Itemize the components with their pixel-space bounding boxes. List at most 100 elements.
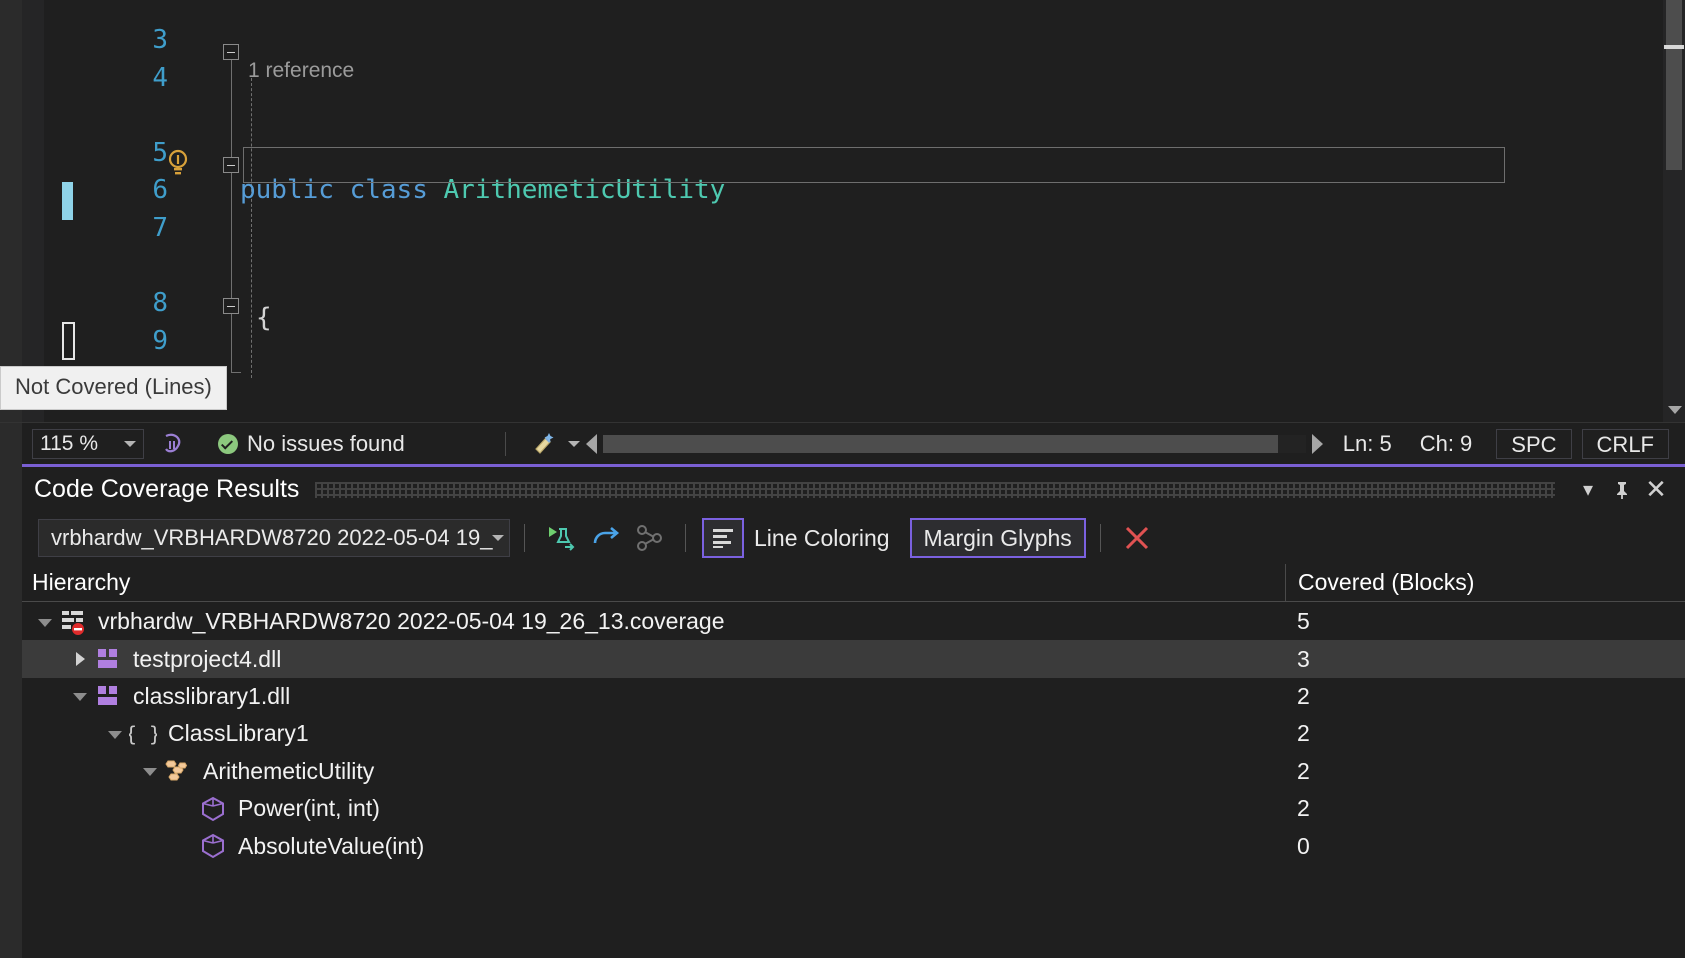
cleanup-chevron-down-icon[interactable]: [568, 441, 580, 447]
code-cleanup-icon[interactable]: [522, 425, 566, 463]
method-icon: [198, 794, 228, 824]
class-icon: [163, 756, 193, 786]
chevron-down-icon: [124, 441, 136, 447]
panel-pin-icon[interactable]: [1605, 473, 1639, 507]
toolbar-separator: [685, 524, 686, 552]
row-label: Power(int, int): [236, 795, 380, 822]
editor-vertical-scrollbar[interactable]: [1663, 0, 1685, 422]
zoom-level-combobox[interactable]: 115 %: [32, 429, 144, 459]
row-label: ArithemeticUtility: [201, 758, 374, 785]
indentation-indicator[interactable]: SPC: [1496, 429, 1571, 459]
panel-close-icon[interactable]: ✕: [1639, 473, 1673, 507]
table-row[interactable]: { }ClassLibrary12: [22, 715, 1685, 752]
method-icon: [198, 831, 228, 861]
panel-title: Code Coverage Results: [22, 475, 299, 504]
column-indicator[interactable]: Ch: 9: [1406, 429, 1487, 459]
margin-glyphs-label: Margin Glyphs: [924, 525, 1072, 552]
table-row[interactable]: Power(int, int)2: [22, 790, 1685, 827]
chevron-down-icon: [143, 768, 157, 776]
row-label: vrbhardw_VRBHARDW8720 2022-05-04 19_26_1…: [96, 608, 725, 635]
line-number: 5: [86, 135, 176, 173]
table-row[interactable]: classlibrary1.dll2: [22, 678, 1685, 715]
coverage-toolbar: vrbhardw_VRBHARDW8720 2022-05-04 19_: [22, 512, 1685, 564]
hscroll-track[interactable]: [603, 435, 1306, 453]
chevron-right-icon: [76, 652, 85, 666]
editor-horizontal-scrollbar[interactable]: [580, 423, 1329, 464]
table-row[interactable]: AbsoluteValue(int)0: [22, 827, 1685, 864]
svg-text:{ }: { }: [129, 722, 157, 746]
grid-body[interactable]: vrbhardw_VRBHARDW8720 2022-05-04 19_26_1…: [22, 603, 1685, 958]
line-ending-indicator[interactable]: CRLF: [1582, 429, 1669, 459]
editor-status-bar: 115 % No issues found: [0, 422, 1685, 464]
collapse-toggle-absolutevalue[interactable]: [223, 298, 239, 314]
scrollbar-caret-marker: [1664, 45, 1684, 49]
coverage-margin: [44, 0, 86, 422]
column-header-covered-blocks[interactable]: Covered (Blocks): [1286, 569, 1474, 596]
panel-header: Code Coverage Results ▾ ✕: [22, 467, 1685, 512]
import-results-icon[interactable]: [583, 519, 627, 557]
code-coverage-results-panel: Code Coverage Results ▾ ✕ vrbhardw_VRBHA…: [0, 464, 1685, 958]
margin-glyphs-toggle[interactable]: Margin Glyphs: [910, 518, 1086, 558]
column-header-hierarchy[interactable]: Hierarchy: [22, 569, 1285, 596]
line-coloring-label: Line Coloring: [754, 525, 890, 552]
line-indicator[interactable]: Ln: 5: [1329, 429, 1406, 459]
collapse-toggle-class[interactable]: [223, 44, 239, 60]
panel-left-rail: [0, 464, 22, 958]
table-row[interactable]: testproject4.dll 3: [22, 640, 1685, 677]
tree-expander-open[interactable]: [32, 603, 58, 640]
line-coloring-icon: [702, 518, 744, 558]
editor-selection-margin: [22, 0, 44, 422]
panel-dropdown-icon[interactable]: ▾: [1571, 473, 1605, 507]
grid-header-row: Hierarchy Covered (Blocks): [22, 564, 1685, 602]
coverage-results-grid[interactable]: Hierarchy Covered (Blocks) vrbhardw_VRBH…: [22, 564, 1685, 958]
line-coloring-toggle[interactable]: Line Coloring: [700, 518, 892, 558]
scroll-right-arrow-icon[interactable]: [1312, 434, 1323, 454]
line-number: 3: [86, 22, 176, 60]
cell-covered-blocks: 2: [1285, 683, 1310, 710]
toolbar-separator: [524, 524, 525, 552]
panel-drag-grip[interactable]: [315, 482, 1555, 498]
coverage-file-icon: [58, 607, 88, 637]
tree-expander-open[interactable]: [67, 678, 93, 715]
lightbulb-icon[interactable]: [165, 148, 191, 176]
status-divider: [505, 432, 506, 456]
coverage-source-combobox[interactable]: vrbhardw_VRBHARDW8720 2022-05-04 19_: [38, 519, 510, 557]
coverage-source-value: vrbhardw_VRBHARDW8720 2022-05-04 19_: [51, 525, 492, 551]
table-row[interactable]: vrbhardw_VRBHARDW8720 2022-05-04 19_26_1…: [22, 603, 1685, 640]
not-covered-lines-glyph[interactable]: [62, 322, 75, 360]
codelens-class-references[interactable]: 1 reference: [240, 60, 1685, 82]
chevron-down-icon: [38, 619, 52, 627]
collapse-toggle-power[interactable]: [223, 157, 239, 173]
issues-status-label: No issues found: [247, 431, 405, 457]
keyword-class: class: [350, 175, 428, 205]
tree-expander-open[interactable]: [137, 753, 163, 790]
scrollbar-thumb[interactable]: [1666, 0, 1682, 170]
cell-covered-blocks: 3: [1285, 646, 1310, 673]
toolbar-separator: [1100, 524, 1101, 552]
chevron-down-icon: [73, 693, 87, 701]
tree-expander-open[interactable]: [102, 715, 128, 752]
code-editor[interactable]: 3 4 5 6 7 8 9: [0, 0, 1685, 422]
row-label: ClassLibrary1: [166, 720, 309, 747]
export-results-icon[interactable]: [539, 519, 583, 557]
cell-hierarchy: vrbhardw_VRBHARDW8720 2022-05-04 19_26_1…: [22, 603, 1285, 640]
scroll-down-arrow-icon[interactable]: [1668, 406, 1682, 414]
tree-expander-closed[interactable]: [67, 640, 93, 677]
issues-status[interactable]: No issues found: [218, 423, 405, 464]
delete-results-icon[interactable]: [1115, 519, 1159, 557]
line-number: 8: [86, 285, 176, 323]
scroll-left-arrow-icon[interactable]: [586, 434, 597, 454]
tree-twisty-none: [172, 790, 198, 827]
code-text[interactable]: 1 reference public class ArithemeticUtil…: [240, 0, 1685, 422]
row-label: testproject4.dll: [131, 646, 281, 673]
merge-results-icon[interactable]: [627, 519, 671, 557]
cell-hierarchy: classlibrary1.dll: [22, 678, 1285, 715]
line-number-gutter: 3 4 5 6 7 8 9: [86, 0, 176, 422]
line-number: 6: [86, 172, 176, 210]
hscroll-thumb[interactable]: [603, 435, 1278, 453]
intellicode-icon[interactable]: [150, 425, 194, 463]
code-line-4: {: [240, 300, 1685, 338]
table-row[interactable]: ArithemeticUtility2: [22, 753, 1685, 790]
visual-studio-window: 3 4 5 6 7 8 9: [0, 0, 1685, 958]
type-name: ArithemeticUtility: [444, 175, 726, 205]
